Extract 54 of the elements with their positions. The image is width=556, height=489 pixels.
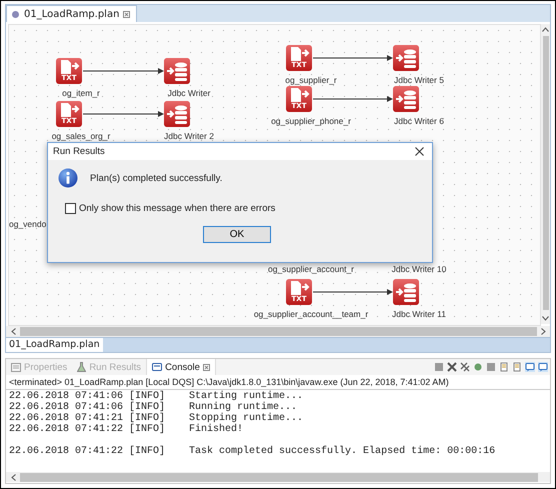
comment-icon[interactable]	[525, 362, 535, 372]
vertical-scrollbar[interactable]	[541, 24, 550, 324]
node-label: Jdbc Writer 5	[394, 75, 444, 85]
node-label: Jdbc Writer 6	[394, 116, 444, 126]
node-label: og_supplier_r	[285, 75, 337, 85]
console-line: 22.06.2018 07:41:06 [INFO] Running runtime...	[9, 402, 298, 413]
properties-icon	[11, 362, 21, 372]
console-line: 22.06.2018 07:41:06 [INFO] Starting runtime...	[9, 391, 304, 402]
checkbox[interactable]	[65, 203, 76, 214]
node-label: Jdbc Writer 2	[164, 131, 214, 141]
plan-icon	[11, 10, 20, 18]
pin-icon[interactable]	[473, 362, 483, 372]
page-icon[interactable]	[499, 362, 509, 372]
ok-button[interactable]: OK	[203, 226, 271, 243]
database-writer-icon[interactable]	[164, 58, 190, 84]
panel-tab[interactable]: Console	[146, 359, 216, 375]
info-icon	[58, 168, 78, 188]
console-line: 22.06.2018 07:41:22 [INFO] Task completed successfully. Elapsed time: 00:00:16	[9, 446, 496, 457]
console-icon	[152, 362, 162, 372]
node-label: og_sales_org_r	[52, 131, 110, 141]
node-label: Jdbc Writer 11	[392, 309, 446, 319]
editor-tab[interactable]: 01_LoadRamp.plan	[6, 5, 138, 22]
database-writer-icon[interactable]	[393, 279, 419, 305]
node-label: og_vendo	[9, 219, 46, 229]
database-writer-icon[interactable]	[164, 101, 190, 127]
node-label: og_supplier_account_r	[268, 264, 354, 274]
scroll-left-icon[interactable]	[11, 328, 16, 335]
comment-icon[interactable]	[538, 362, 548, 372]
console-line: 22.06.2018 07:41:22 [INFO] Finished!	[9, 424, 244, 435]
editor-tab[interactable]: 01_LoadRamp.plan	[6, 338, 103, 352]
page-icon[interactable]	[512, 362, 522, 372]
console-header: <terminated> 01_LoadRamp.plan [Local DQS] C:\Java\jdk1.8.0_131\bin\javaw.exe (Jun 22, 2018, 7:41:02 AM)	[6, 375, 550, 390]
double-x-icon[interactable]	[460, 362, 470, 372]
scroll-left-icon[interactable]	[11, 474, 16, 480]
node-label: og_supplier_phone_r	[271, 116, 351, 126]
flask-icon	[77, 362, 86, 372]
node-label: og_item_r	[62, 88, 100, 98]
node-label: Jdbc Writer	[168, 88, 210, 98]
close-icon[interactable]	[415, 147, 424, 156]
horizontal-scrollbar[interactable]	[6, 472, 550, 482]
scroll-down-icon[interactable]	[542, 316, 549, 321]
database-writer-icon[interactable]	[393, 86, 419, 112]
checkbox-label: Only show this message when there are errors	[79, 203, 276, 214]
database-writer-icon[interactable]	[393, 45, 419, 71]
dialog-title: Run Results	[53, 146, 105, 157]
node-label: og_supplier_account__team_r	[254, 309, 368, 319]
node-label: Jdbc Writer 10	[392, 264, 446, 274]
square-icon[interactable]	[486, 362, 496, 372]
scroll-up-icon[interactable]	[542, 27, 549, 32]
dialog-message: Plan(s) completed successfully.	[90, 172, 222, 184]
console-line: 22.06.2018 07:41:21 [INFO] Stopping runtime...	[9, 413, 304, 424]
scroll-right-icon[interactable]	[541, 328, 546, 335]
horizontal-scrollbar[interactable]	[6, 326, 550, 337]
x-icon[interactable]	[447, 362, 457, 372]
